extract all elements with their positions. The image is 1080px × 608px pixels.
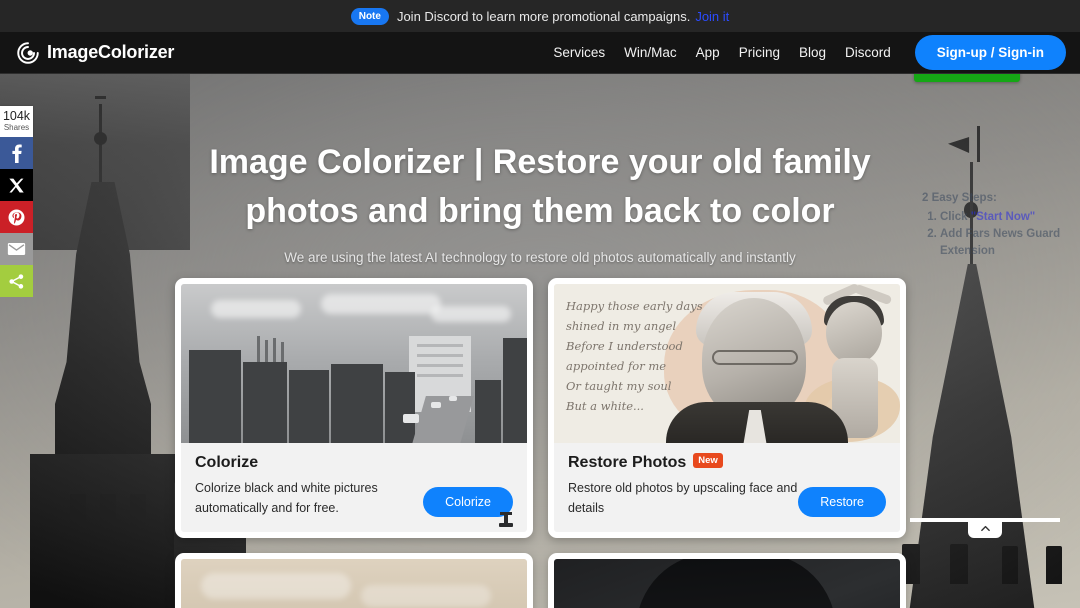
hero-title: Image Colorizer | Restore your old famil… (209, 143, 871, 230)
card-description-restore: Restore old photos by upscaling face and… (568, 481, 798, 515)
share-nodes-icon (9, 273, 24, 289)
feature-card-fourth[interactable] (548, 553, 906, 608)
share-count: 104k Shares (0, 106, 33, 137)
card-image-dark-portrait (554, 559, 900, 608)
facebook-share-button[interactable] (0, 137, 33, 169)
hero-section: Image Colorizer | Restore your old famil… (0, 74, 1080, 608)
brand-name: ImageColorizer (47, 42, 175, 62)
restore-button[interactable]: Restore (798, 487, 886, 517)
card-title-row-restore: Restore Photos New (568, 452, 886, 472)
card-body-restore: Restore Photos New Restore old photos by… (554, 443, 900, 532)
more-share-button[interactable] (0, 265, 33, 297)
nav-item-services[interactable]: Services (553, 45, 605, 60)
announcement-bar: Note Join Discord to learn more promotio… (0, 0, 1080, 32)
page-root: Note Join Discord to learn more promotio… (0, 0, 1080, 608)
promo-step-1-prefix: Click (940, 211, 971, 223)
card-description-colorize: Colorize black and white pictures automa… (195, 481, 378, 515)
card-image-sepia-landscape (181, 559, 527, 608)
swirl-logo-icon (17, 41, 39, 64)
pinterest-icon (8, 209, 25, 225)
nav-item-winmac[interactable]: Win/Mac (624, 45, 677, 60)
nav-item-app[interactable]: App (696, 45, 720, 60)
promo-collapse-button[interactable] (968, 518, 1002, 538)
feature-card-colorize[interactable]: Colorize Colorize black and white pictur… (175, 278, 533, 538)
new-badge: New (693, 452, 723, 468)
share-count-value: 104k (2, 109, 31, 123)
chevron-up-icon (980, 525, 990, 531)
card-title-row-colorize: Colorize (195, 454, 513, 472)
feature-card-restore[interactable]: Happy those early days shined in my angel… (548, 278, 906, 538)
card-title-colorize: Colorize (195, 454, 259, 471)
announcement-join-link[interactable]: Join it (695, 9, 729, 24)
hero-subtitle: We are using the latest AI technology to… (284, 250, 796, 265)
x-share-button[interactable] (0, 169, 33, 201)
signup-signin-button[interactable]: Sign-up / Sign-in (914, 35, 1066, 70)
announcement-text: Join Discord to learn more promotional c… (396, 8, 691, 24)
site-header: ImageColorizer Services Win/Mac App Pric… (0, 32, 1080, 74)
hero-copy: Image Colorizer | Restore your old famil… (0, 138, 1080, 265)
paper-clip-icon (499, 512, 513, 527)
brand-logo-link[interactable]: ImageColorizer (16, 41, 174, 65)
facebook-icon (11, 144, 22, 163)
social-share-rail: 104k Shares (0, 106, 33, 297)
nav-item-discord[interactable]: Discord (845, 45, 891, 60)
promo-steps-text: 2 Easy Steps: Click "Start Now" Add Fars… (922, 190, 1072, 260)
x-twitter-icon (9, 178, 24, 192)
promo-steps-heading: 2 Easy Steps: (922, 192, 997, 204)
promo-step-1: Click "Start Now" (940, 209, 1072, 226)
nav-item-blog[interactable]: Blog (799, 45, 826, 60)
envelope-icon (7, 242, 26, 256)
feature-card-third[interactable] (175, 553, 533, 608)
card-image-restore: Happy those early days shined in my angel… (554, 284, 900, 443)
share-count-label: Shares (3, 123, 30, 132)
main-nav: Services Win/Mac App Pricing Blog Discor… (553, 35, 1066, 70)
card-image-colorize (181, 284, 527, 443)
nav-item-pricing[interactable]: Pricing (739, 45, 780, 60)
card-title-restore: Restore Photos (568, 454, 687, 471)
announcement-note-badge: Note (350, 7, 389, 25)
pinterest-share-button[interactable] (0, 201, 33, 233)
card-body-colorize: Colorize Colorize black and white pictur… (181, 443, 527, 532)
promo-step-2: Add Fars News Guard Extension (940, 226, 1072, 260)
promo-step-1-highlight: "Start Now" (970, 211, 1036, 223)
email-share-button[interactable] (0, 233, 33, 265)
feature-card-grid: Colorize Colorize black and white pictur… (175, 278, 907, 608)
